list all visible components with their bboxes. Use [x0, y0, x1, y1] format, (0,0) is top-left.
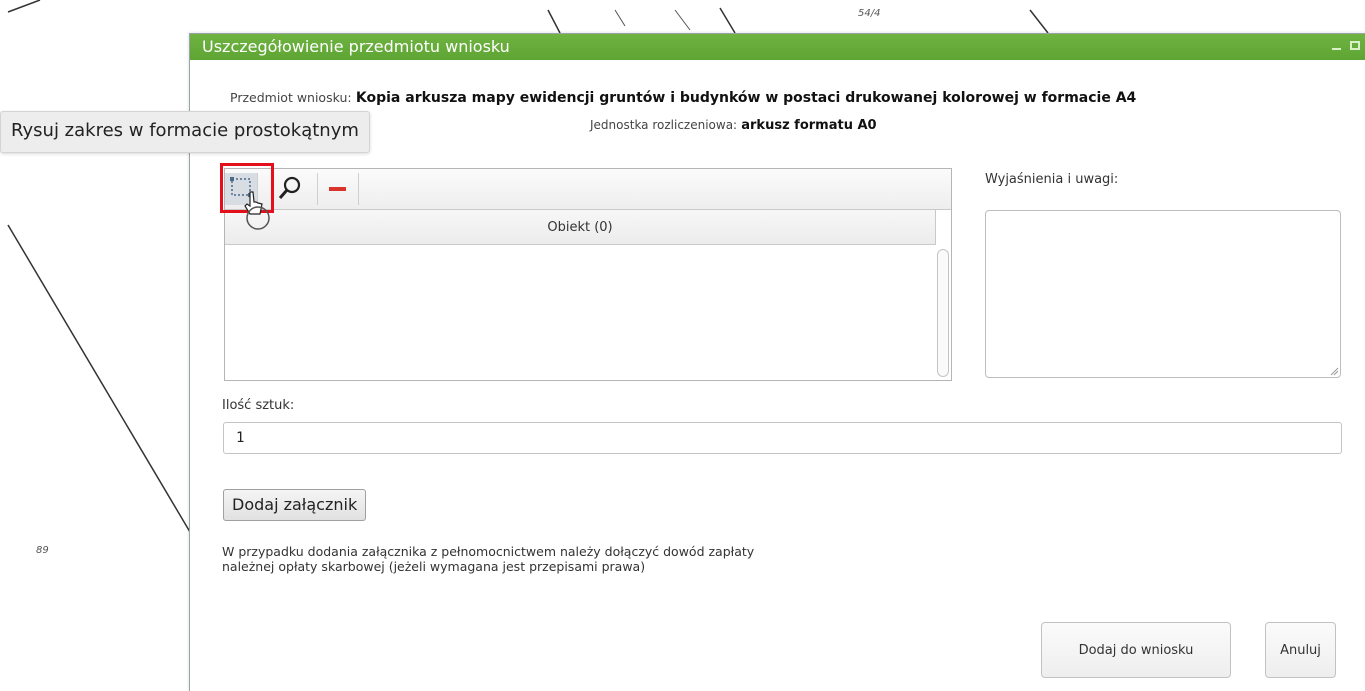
- parcel-line: [7, 224, 191, 533]
- quantity-input[interactable]: 1: [223, 422, 1342, 454]
- parcel-number-label: 54/4: [858, 8, 881, 19]
- hand-cursor-icon: [244, 191, 270, 230]
- parcel-line: [1029, 9, 1049, 34]
- parcel-line: [719, 7, 736, 34]
- add-to-request-button[interactable]: Dodaj do wniosku: [1041, 622, 1231, 678]
- unit-label: Jednostka rozliczeniowa:: [590, 118, 738, 132]
- cancel-button[interactable]: Anuluj: [1265, 622, 1336, 678]
- parcel-line: [614, 9, 626, 27]
- parcel-line: [547, 9, 561, 34]
- magnifier-icon: [278, 176, 301, 199]
- zoom-to-object-button[interactable]: [273, 173, 305, 205]
- add-attachment-button[interactable]: Dodaj załącznik: [223, 489, 367, 521]
- window-controls: [1332, 41, 1360, 51]
- tooltip: Rysuj zakres w formacie prostokątnym: [0, 111, 370, 153]
- parcel-number-label: 89: [36, 545, 49, 556]
- attachment-note-line: należnej opłaty skarbowej (jeżeli wymaga…: [222, 559, 646, 574]
- attachment-note: W przypadku dodania załącznika z pełnomo…: [222, 544, 982, 574]
- parcel-line: [674, 9, 691, 31]
- minus-icon: [329, 187, 346, 191]
- column-header-object[interactable]: Obiekt (0): [225, 210, 936, 245]
- unit-value: arkusz formatu A0: [741, 118, 877, 133]
- resize-grip-icon[interactable]: [1330, 367, 1339, 376]
- grid-body[interactable]: [225, 245, 935, 379]
- grid-toolbar: [225, 169, 951, 210]
- remarks-label: Wyjaśnienia i uwagi:: [985, 172, 1119, 187]
- dialog-title: Uszczegółowienie przedmiotu wniosku: [202, 37, 510, 56]
- quantity-label: Ilość sztuk:: [222, 398, 295, 413]
- maximize-icon[interactable]: [1350, 41, 1360, 50]
- remarks-textarea[interactable]: [985, 210, 1341, 378]
- subject-label: Przedmiot wniosku:: [230, 90, 352, 105]
- attachment-note-line: W przypadku dodania załącznika z pełnomo…: [222, 544, 755, 559]
- grid-scrollbar[interactable]: [937, 249, 949, 377]
- objects-grid: Obiekt (0): [224, 168, 952, 381]
- minimize-icon[interactable]: [1332, 41, 1342, 51]
- subject-value: Kopia arkusza mapy ewidencji gruntów i b…: [355, 90, 1137, 106]
- remove-object-button[interactable]: [317, 173, 359, 205]
- parcel-line: [7, 0, 41, 13]
- dialog-titlebar[interactable]: Uszczegółowienie przedmiotu wniosku: [190, 34, 1365, 60]
- request-subject: Przedmiot wniosku: Kopia arkusza mapy ew…: [230, 90, 1136, 106]
- billing-unit: Jednostka rozliczeniowa: arkusz formatu …: [590, 118, 877, 133]
